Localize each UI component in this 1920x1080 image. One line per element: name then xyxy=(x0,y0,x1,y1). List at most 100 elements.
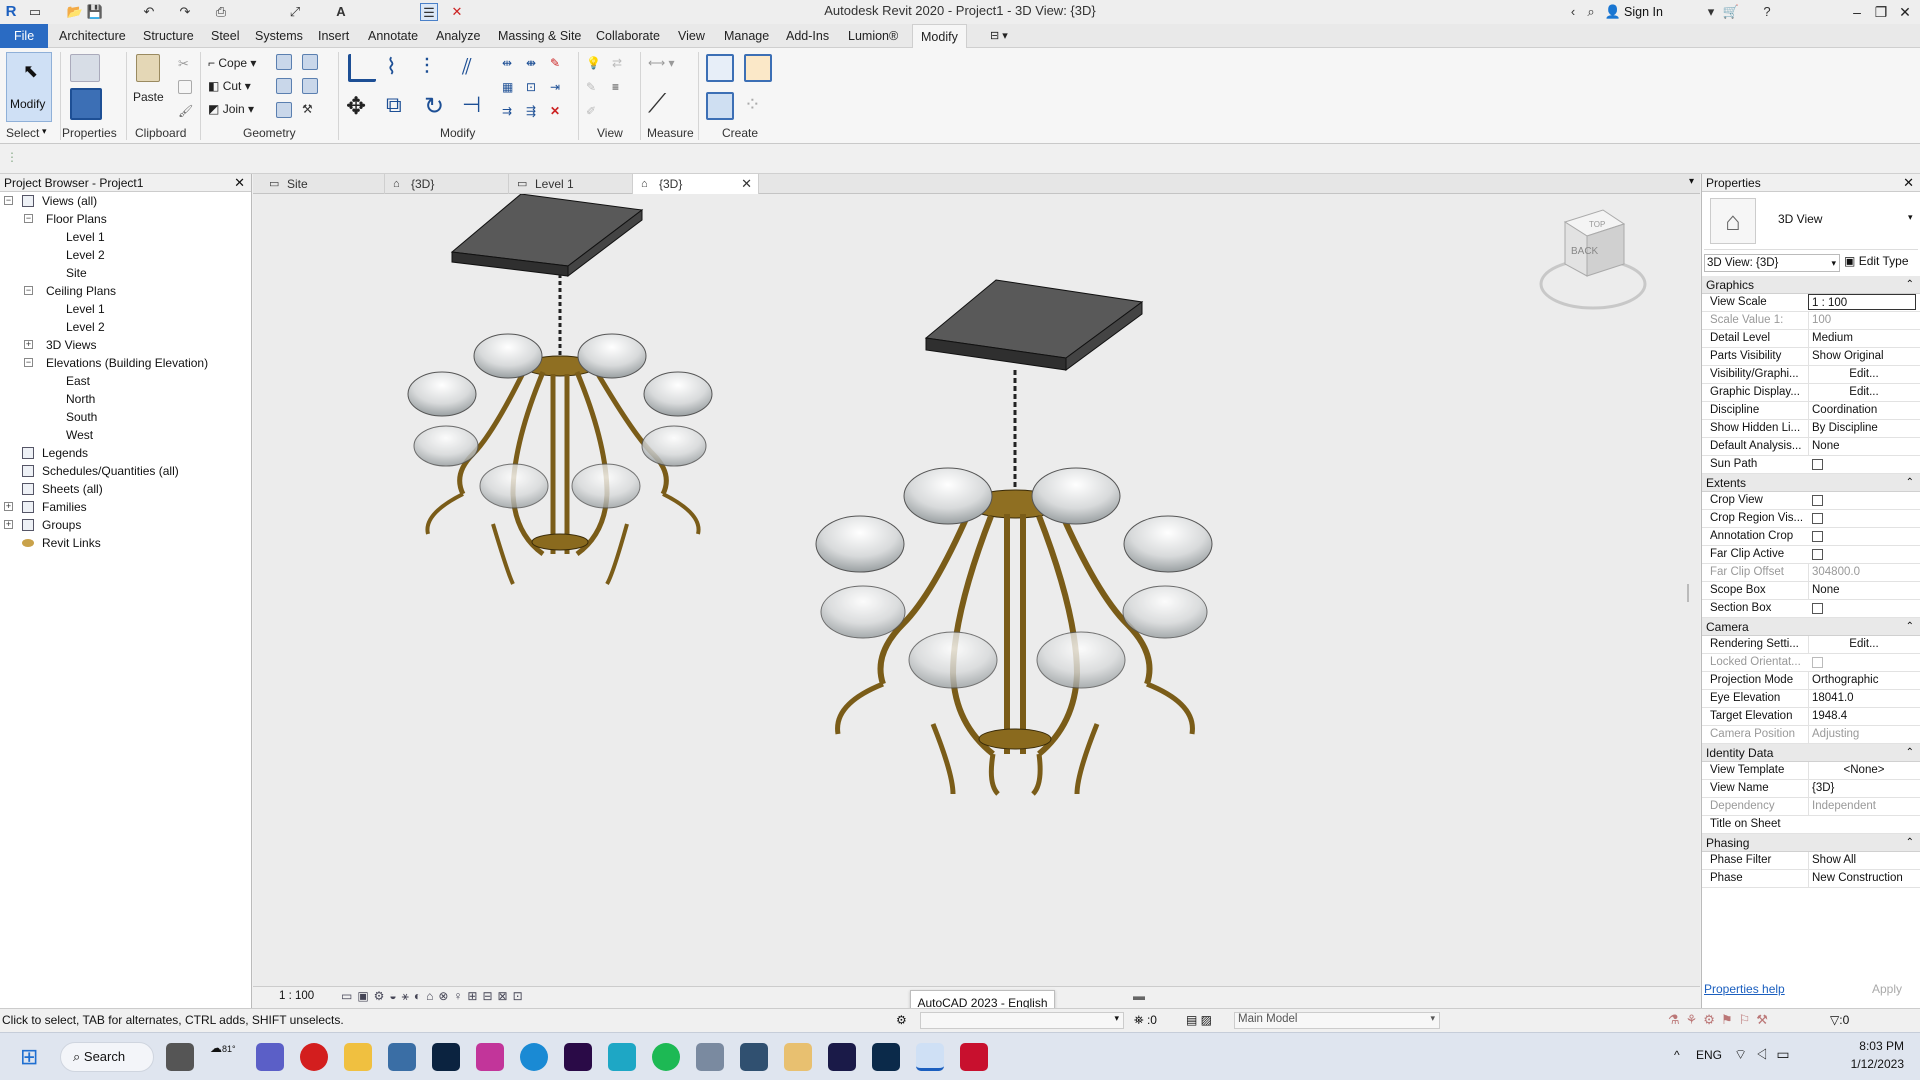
instance-filter-select[interactable]: 3D View: {3D} ▾ xyxy=(1704,254,1840,272)
tree-item[interactable]: − Elevations (Building Elevation) xyxy=(0,354,250,372)
minimize-button[interactable]: – xyxy=(1846,2,1868,22)
tab-steel[interactable]: Steel xyxy=(209,24,242,48)
chevron-down-icon[interactable]: ▾ xyxy=(1702,3,1720,21)
cope-button[interactable]: ⌐ Cope ▾ xyxy=(208,56,256,70)
photoshop-icon[interactable] xyxy=(872,1043,900,1071)
property-value[interactable]: 1 : 100 xyxy=(1808,294,1916,310)
property-checkbox[interactable] xyxy=(1812,657,1823,668)
property-value[interactable]: None xyxy=(1808,582,1916,599)
select-dropdown-icon[interactable]: ▾ xyxy=(42,126,47,137)
edit-type-button[interactable]: ▣ Edit Type xyxy=(1844,254,1909,268)
tree-item[interactable]: Level 1 xyxy=(0,300,250,318)
tree-item[interactable]: − Views (all) xyxy=(0,192,250,210)
drawing-area[interactable]: BACK TOP xyxy=(253,193,1700,986)
tree-item[interactable]: Level 2 xyxy=(0,246,250,264)
tree-item[interactable]: West xyxy=(0,426,250,444)
user-icon[interactable]: 👤 xyxy=(1604,3,1622,21)
collapse-section-icon[interactable]: ⌃ xyxy=(1906,618,1914,636)
close-icon[interactable]: ✕ xyxy=(234,174,245,192)
apply-button[interactable]: Apply xyxy=(1872,982,1902,996)
taskbar-search[interactable]: ⌕ Search xyxy=(60,1042,154,1072)
tree-item[interactable]: North xyxy=(0,390,250,408)
chevron-left-icon[interactable]: ‹ xyxy=(1564,3,1582,21)
after-effects-icon[interactable] xyxy=(828,1043,856,1071)
tray-chevron-icon[interactable]: ^ xyxy=(1674,1048,1680,1062)
align-icon[interactable] xyxy=(348,54,376,82)
create-parts-icon[interactable] xyxy=(744,54,772,82)
tray-status-icons[interactable]: ⌔◁▭ xyxy=(1734,1046,1798,1064)
property-value[interactable]: 100 xyxy=(1808,312,1916,329)
wall-joins-icon[interactable] xyxy=(276,54,292,70)
property-checkbox[interactable] xyxy=(1812,603,1823,614)
split-element-icon[interactable]: ⇹ xyxy=(502,56,518,72)
unpin-icon[interactable]: ✎ xyxy=(550,56,566,72)
close-tab-icon[interactable]: ✕ xyxy=(741,174,752,194)
tree-item[interactable]: East xyxy=(0,372,250,390)
property-edit-button[interactable]: Edit... xyxy=(1808,366,1916,383)
property-checkbox[interactable] xyxy=(1812,513,1823,524)
property-value[interactable]: Orthographic xyxy=(1808,672,1916,689)
paint-icon[interactable] xyxy=(276,102,292,118)
view-scale-button[interactable]: 1 : 100 xyxy=(279,990,314,1002)
app-icon-2[interactable] xyxy=(740,1043,768,1071)
offset-icon[interactable]: ⌇ xyxy=(386,54,414,82)
properties-icon[interactable] xyxy=(70,88,102,120)
paste-icon[interactable] xyxy=(136,54,160,82)
split-face-icon[interactable] xyxy=(276,78,292,94)
property-section-header[interactable]: Phasing ⌃ xyxy=(1702,834,1920,852)
split-gap-icon[interactable]: ⇼ xyxy=(526,56,542,72)
type-properties-icon[interactable] xyxy=(70,54,100,82)
cart-icon[interactable]: 🛒 xyxy=(1722,3,1740,21)
view-tab-level-1[interactable]: ▭ Level 1 xyxy=(509,174,633,194)
tab-annotate[interactable]: Annotate xyxy=(366,24,420,48)
photos-app-icon[interactable] xyxy=(388,1043,416,1071)
type-selector[interactable]: ⌂ 3D View ▾ xyxy=(1704,194,1918,250)
tree-item[interactable]: Level 1 xyxy=(0,228,250,246)
tree-item[interactable]: + Groups xyxy=(0,516,250,534)
hide-element-icon[interactable]: ✐ xyxy=(586,104,602,120)
teams-icon[interactable] xyxy=(256,1043,284,1071)
property-checkbox[interactable] xyxy=(1812,459,1823,470)
property-section-header[interactable]: Camera ⌃ xyxy=(1702,618,1920,636)
ribbon-toggle-icon[interactable]: ⊟ ▾ xyxy=(988,24,1010,48)
cut-button[interactable]: ◧ Cut ▾ xyxy=(208,79,251,93)
view-tab-3d-inactive[interactable]: ⌂ {3D} xyxy=(385,174,509,194)
3ds-max-icon[interactable] xyxy=(608,1043,636,1071)
tree-item[interactable]: Site xyxy=(0,264,250,282)
opera-icon[interactable] xyxy=(300,1043,328,1071)
media-player-icon[interactable] xyxy=(784,1043,812,1071)
property-value[interactable]: 18041.0 xyxy=(1808,690,1916,707)
chandelier-left[interactable] xyxy=(407,193,713,586)
view-control-icons[interactable]: ▭▣⚙◒⚹◐⌂⊗♀⊞⊟⊠⊡ xyxy=(341,989,528,1004)
tab-architecture[interactable]: Architecture xyxy=(57,24,128,48)
create-assembly-icon[interactable] xyxy=(706,54,734,82)
clock-date[interactable]: 1/12/2023 xyxy=(1836,1057,1904,1071)
property-edit-button[interactable]: Edit... xyxy=(1808,636,1916,653)
autocad-icon[interactable] xyxy=(960,1043,988,1071)
copy-icon[interactable] xyxy=(178,80,192,94)
trim-extend-icon[interactable]: ⊣ xyxy=(462,92,492,122)
create-similar-icon[interactable]: ⁘ xyxy=(744,92,772,120)
sign-in-link[interactable]: Sign In xyxy=(1624,5,1663,19)
measure-tool-icon[interactable]: ⟋ xyxy=(648,88,688,122)
array-icon[interactable]: ▦ xyxy=(502,80,518,96)
aligned-dimension-icon[interactable]: ⟷ ▾ xyxy=(648,56,688,72)
collapse-icon[interactable]: − xyxy=(4,196,13,205)
tree-item[interactable]: Revit Links xyxy=(0,534,250,552)
property-value[interactable]: New Construction xyxy=(1808,870,1916,887)
collapse-section-icon[interactable]: ⌃ xyxy=(1906,834,1914,852)
property-section-header[interactable]: Extents ⌃ xyxy=(1702,474,1920,492)
restore-button[interactable]: ❐ xyxy=(1870,2,1892,22)
delete-icon[interactable]: ✕ xyxy=(550,104,566,120)
tray-language[interactable]: ENG xyxy=(1696,1048,1722,1062)
modify-button[interactable]: ⬉ Modify xyxy=(6,52,52,122)
tree-item[interactable]: +3D Views xyxy=(0,336,250,354)
demolish-icon[interactable] xyxy=(302,78,318,94)
collapse-section-icon[interactable]: ⌃ xyxy=(1906,474,1914,492)
rotate-icon[interactable]: ↻ xyxy=(424,92,454,122)
property-checkbox[interactable] xyxy=(1812,549,1823,560)
tab-modify[interactable]: Modify xyxy=(912,24,967,49)
property-value[interactable]: Independent xyxy=(1808,798,1916,815)
tree-item[interactable]: Sheets (all) xyxy=(0,480,250,498)
spotify-icon[interactable] xyxy=(652,1043,680,1071)
